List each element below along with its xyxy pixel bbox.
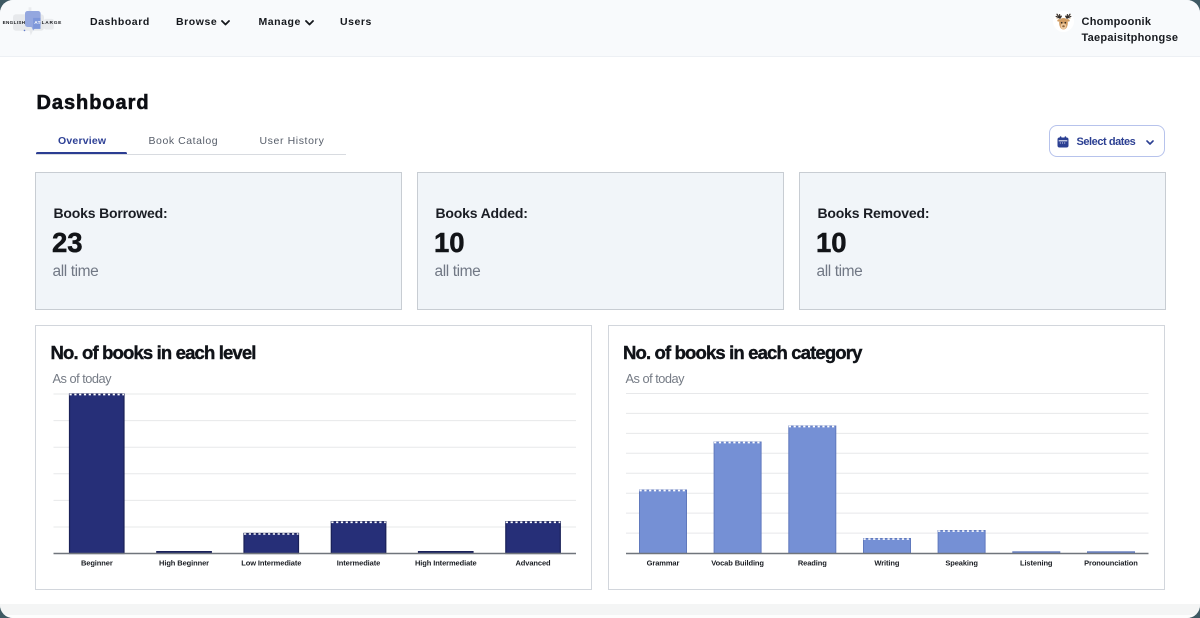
svg-text:Advanced: Advanced bbox=[515, 559, 551, 568]
svg-text:LARGE: LARGE bbox=[42, 20, 63, 26]
svg-text:High Intermediate: High Intermediate bbox=[414, 559, 476, 568]
svg-text:Reading: Reading bbox=[797, 559, 826, 568]
svg-text:Speaking: Speaking bbox=[945, 559, 978, 568]
svg-text:Low Intermediate: Low Intermediate bbox=[241, 559, 301, 568]
svg-text:High Beginner: High Beginner bbox=[159, 559, 209, 568]
svg-text:Pronounciation: Pronounciation bbox=[1084, 559, 1138, 568]
svg-text:Intermediate: Intermediate bbox=[336, 559, 379, 568]
svg-text:AT: AT bbox=[34, 20, 41, 26]
svg-text:Listening: Listening bbox=[1019, 559, 1052, 568]
svg-text:Grammar: Grammar bbox=[646, 559, 679, 568]
svg-text:Writing: Writing bbox=[874, 559, 900, 568]
svg-text:Vocab Building: Vocab Building bbox=[711, 559, 764, 568]
svg-text:ENGLISH: ENGLISH bbox=[3, 20, 26, 25]
svg-text:Beginner: Beginner bbox=[80, 559, 112, 568]
